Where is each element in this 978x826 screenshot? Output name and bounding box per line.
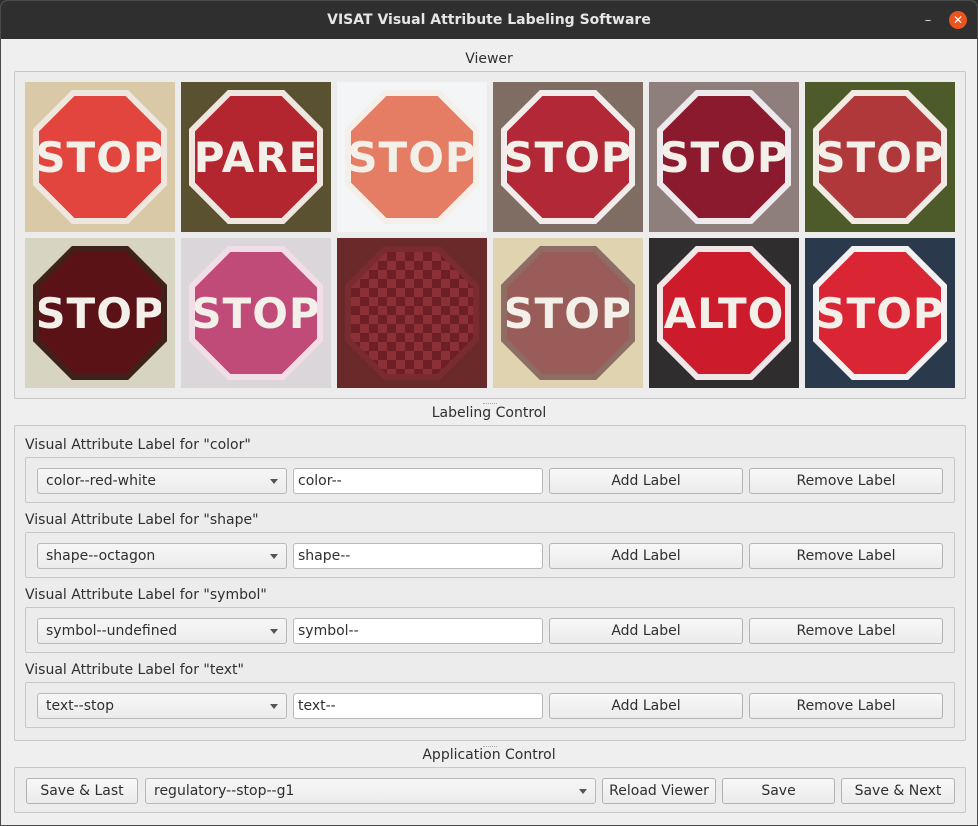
viewer-thumbnail[interactable]: STOP xyxy=(25,238,175,388)
viewer-thumbnail[interactable]: PARE xyxy=(181,82,331,232)
attribute-input[interactable]: shape-- xyxy=(293,543,543,569)
viewer-panel: STOP PARE STOP STOP STOP STOP STOP STOP STOP ALTO… xyxy=(14,71,966,399)
viewer-title: Viewer xyxy=(465,51,513,67)
attribute-input[interactable]: color-- xyxy=(293,468,543,494)
attribute-label: Visual Attribute Label for "text" xyxy=(25,662,244,678)
viewer-thumbnail[interactable]: STOP xyxy=(805,82,955,232)
chevron-down-icon xyxy=(579,789,587,794)
stop-sign-face: STOP xyxy=(507,252,629,374)
add-label-button[interactable]: Add Label xyxy=(549,543,743,569)
remove-label-button[interactable]: Remove Label xyxy=(749,543,943,569)
viewer-thumbnail[interactable]: STOP xyxy=(805,238,955,388)
stop-sign-face: STOP xyxy=(39,96,161,218)
stop-sign-face: STOP xyxy=(819,96,941,218)
stop-sign-face: STOP xyxy=(663,96,785,218)
labeling-title: Labeling Control xyxy=(431,405,547,421)
attribute-select[interactable]: symbol--undefined xyxy=(37,618,287,644)
sign-text: STOP xyxy=(191,288,321,338)
viewer-thumbnail[interactable]: STOP xyxy=(649,82,799,232)
sign-text: STOP xyxy=(659,132,789,182)
sign-text: STOP xyxy=(815,288,945,338)
sign-text: STOP xyxy=(35,132,165,182)
attribute-select-value: symbol--undefined xyxy=(46,623,178,639)
minimize-icon[interactable]: – xyxy=(919,11,937,29)
attribute-select-value: color--red-white xyxy=(46,473,156,489)
window-title: VISAT Visual Attribute Labeling Software xyxy=(327,12,651,28)
save-next-button[interactable]: Save & Next xyxy=(841,778,955,804)
close-icon[interactable]: ✕ xyxy=(949,11,967,29)
attribute-label: Visual Attribute Label for "symbol" xyxy=(25,587,267,603)
sign-text: PARE xyxy=(193,132,319,182)
reload-viewer-button[interactable]: Reload Viewer xyxy=(602,778,716,804)
attribute-select-value: text--stop xyxy=(46,698,114,714)
stop-sign-face xyxy=(351,252,473,374)
viewer-thumbnail[interactable]: STOP xyxy=(25,82,175,232)
viewer-thumbnail[interactable] xyxy=(337,238,487,388)
viewer-thumbnail[interactable]: ALTO xyxy=(649,238,799,388)
sign-text: STOP xyxy=(35,288,165,338)
sign-text: STOP xyxy=(503,132,633,182)
remove-label-button[interactable]: Remove Label xyxy=(749,618,943,644)
add-label-button[interactable]: Add Label xyxy=(549,468,743,494)
stop-sign-face: STOP xyxy=(195,252,317,374)
attribute-label: Visual Attribute Label for "shape" xyxy=(25,512,259,528)
stop-sign-face: PARE xyxy=(195,96,317,218)
stop-sign-face: STOP xyxy=(39,252,161,374)
attribute-select[interactable]: color--red-white xyxy=(37,468,287,494)
sign-text: STOP xyxy=(815,132,945,182)
attribute-select[interactable]: text--stop xyxy=(37,693,287,719)
attribute-label: Visual Attribute Label for "color" xyxy=(25,437,251,453)
title-bar: VISAT Visual Attribute Labeling Software… xyxy=(1,1,977,39)
attribute-input[interactable]: text-- xyxy=(293,693,543,719)
stop-sign-face: STOP xyxy=(507,96,629,218)
sign-text: STOP xyxy=(347,132,477,182)
remove-label-button[interactable]: Remove Label xyxy=(749,468,943,494)
app-window: VISAT Visual Attribute Labeling Software… xyxy=(0,0,978,826)
viewer-thumbnail[interactable]: STOP xyxy=(493,82,643,232)
attribute-select-value: shape--octagon xyxy=(46,548,156,564)
save-button[interactable]: Save xyxy=(722,778,835,804)
add-label-button[interactable]: Add Label xyxy=(549,618,743,644)
application-title: Application Control xyxy=(422,747,556,763)
chevron-down-icon xyxy=(270,704,278,709)
stop-sign-face: ALTO xyxy=(663,252,785,374)
chevron-down-icon xyxy=(270,479,278,484)
viewer-thumbnail[interactable]: STOP xyxy=(181,238,331,388)
chevron-down-icon xyxy=(270,629,278,634)
attribute-input[interactable]: symbol-- xyxy=(293,618,543,644)
attribute-select[interactable]: shape--octagon xyxy=(37,543,287,569)
viewer-thumbnail[interactable]: STOP xyxy=(493,238,643,388)
class-select[interactable]: regulatory--stop--g1 xyxy=(145,778,596,804)
chevron-down-icon xyxy=(270,554,278,559)
sign-text: STOP xyxy=(503,288,633,338)
stop-sign-face: STOP xyxy=(351,96,473,218)
class-select-value: regulatory--stop--g1 xyxy=(154,783,295,799)
sign-text: ALTO xyxy=(663,288,785,338)
save-last-button[interactable]: Save & Last xyxy=(26,778,138,804)
remove-label-button[interactable]: Remove Label xyxy=(749,693,943,719)
viewer-thumbnail[interactable]: STOP xyxy=(337,82,487,232)
stop-sign-face: STOP xyxy=(819,252,941,374)
add-label-button[interactable]: Add Label xyxy=(549,693,743,719)
